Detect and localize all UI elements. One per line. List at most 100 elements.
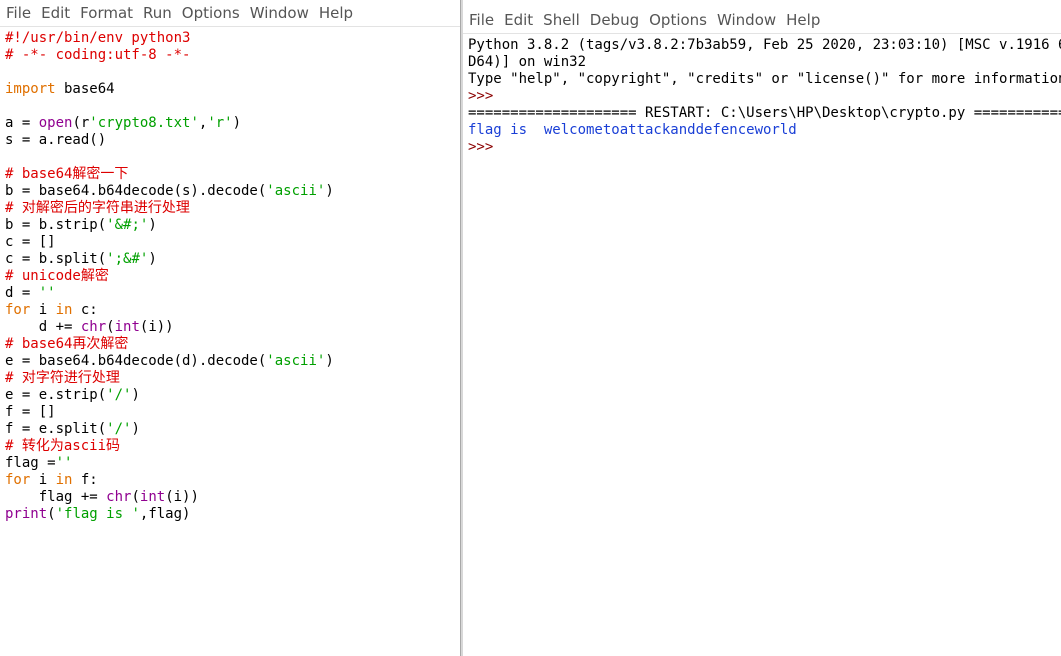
code-token: d = [5,285,39,301]
code-token: # base64解密一下 [5,166,129,182]
code-line: e = base64.b64decode(d).decode('ascii') [5,353,334,370]
code-line: c = b.split(';&#') [5,251,334,268]
code-token: chr [106,489,132,505]
code-token: e = e.strip( [5,387,107,403]
code-line: # unicode解密 [5,268,334,285]
code-line: flag += chr(int(i)) [5,489,334,506]
editor-window: File Edit Format Run Options Window Help #!/us… [0,0,460,656]
code-token: ';&#' [106,251,149,267]
code-line: d = '' [5,285,334,302]
code-token: c = [] [5,234,56,250]
code-token: i [30,302,56,318]
code-token: b = b.strip( [5,217,107,233]
code-token: ,flag) [139,506,191,522]
editor-menu-format[interactable]: Format [75,0,138,22]
shell-menu-window[interactable]: Window [712,7,781,29]
editor-menu-options[interactable]: Options [177,0,245,22]
code-token: 'crypto8.txt' [89,115,199,131]
code-token: # 对字符进行处理 [5,370,120,386]
code-line: # 转化为ascii码 [5,438,334,455]
code-token: (i)) [139,319,174,335]
code-token: f = e.split( [5,421,107,437]
code-token: 'ascii' [266,183,326,199]
code-line: # 对解密后的字符串进行处理 [5,200,334,217]
code-token: f: [72,472,98,488]
code-token: ( [131,489,140,505]
code-token: base64 [55,81,115,97]
code-token: for [5,302,31,318]
code-token: ) [148,251,157,267]
code-token: '' [55,455,73,471]
code-token: e = base64.b64decode(d).decode( [5,353,267,369]
code-token: '/' [106,387,132,403]
code-token: ) [325,183,334,199]
code-token: ) [131,387,140,403]
shell-window: File Edit Shell Debug Options Window Help Pyth… [463,0,1061,656]
code-line: f = e.split('/') [5,421,334,438]
code-line: a = open(r'crypto8.txt','r') [5,115,334,132]
code-token: (r [72,115,90,131]
shell-line: Type "help", "copyright", "credits" or "… [468,71,1061,88]
shell-menubar: File Edit Shell Debug Options Window Help [463,7,1061,34]
code-line: #!/usr/bin/env python3 [5,30,334,47]
code-token: #!/usr/bin/env python3 [5,30,191,46]
code-line: import base64 [5,81,334,98]
code-token: print [5,506,48,522]
code-token: >>> [468,88,502,104]
code-token: ) [325,353,334,369]
code-line: flag ='' [5,455,334,472]
shell-menu-edit[interactable]: Edit [499,7,538,29]
shell-menu-shell[interactable]: Shell [538,7,585,29]
editor-menu-run[interactable]: Run [138,0,177,22]
code-line: # -*- coding:utf-8 -*- [5,47,334,64]
editor-menubar: File Edit Format Run Options Window Help [0,0,460,27]
code-line: f = [] [5,404,334,421]
code-line: # base64解密一下 [5,166,334,183]
shell-line: Python 3.8.2 (tags/v3.8.2:7b3ab59, Feb 2… [468,37,1061,54]
code-editor-text[interactable]: #!/usr/bin/env python3 # -*- coding:utf-8… [5,30,334,523]
code-token: # 对解密后的字符串进行处理 [5,200,190,216]
shell-line: >>> [468,88,1061,105]
code-token: # -*- coding:utf-8 -*- [5,47,191,63]
editor-menu-help[interactable]: Help [314,0,358,22]
editor-menu-edit[interactable]: Edit [36,0,75,22]
code-token: f = [] [5,404,56,420]
code-token: a = [5,115,39,131]
code-token: i [30,472,56,488]
code-token: int [114,319,140,335]
editor-menu-file[interactable]: File [1,0,36,22]
code-token: 'r' [207,115,233,131]
shell-menu-debug[interactable]: Debug [585,7,644,29]
code-token: flag is welcometoattackanddefenceworld [468,122,797,138]
code-token: flag = [5,455,56,471]
code-token: b = base64.b64decode(s).decode( [5,183,267,199]
code-line: # 对字符进行处理 [5,370,334,387]
shell-menu-file[interactable]: File [464,7,499,29]
editor-menu-window[interactable]: Window [245,0,314,22]
code-line: b = b.strip('&#;') [5,217,334,234]
shell-menu-options[interactable]: Options [644,7,712,29]
code-token: flag += [5,489,107,505]
code-line: for i in f: [5,472,334,489]
code-token: (i)) [165,489,199,505]
code-token: # base64再次解密 [5,336,129,352]
code-token: open [38,115,73,131]
code-line: b = base64.b64decode(s).decode('ascii') [5,183,334,200]
code-token: '&#;' [106,217,149,233]
code-token: ( [106,319,115,335]
shell-output-text[interactable]: Python 3.8.2 (tags/v3.8.2:7b3ab59, Feb 2… [468,37,1061,156]
code-token: # 转化为ascii码 [5,438,121,454]
code-token: >>> [468,139,502,155]
code-token: ) [232,115,242,131]
code-token: # unicode解密 [5,268,109,284]
code-line: c = [] [5,234,334,251]
code-token: Type "help", "copyright", "credits" or "… [468,71,1061,87]
code-token: c = b.split( [5,251,107,267]
shell-menu-help[interactable]: Help [781,7,825,29]
code-token: for [5,472,31,488]
code-line: s = a.read() [5,132,334,149]
code-line: print('flag is ',flag) [5,506,334,523]
